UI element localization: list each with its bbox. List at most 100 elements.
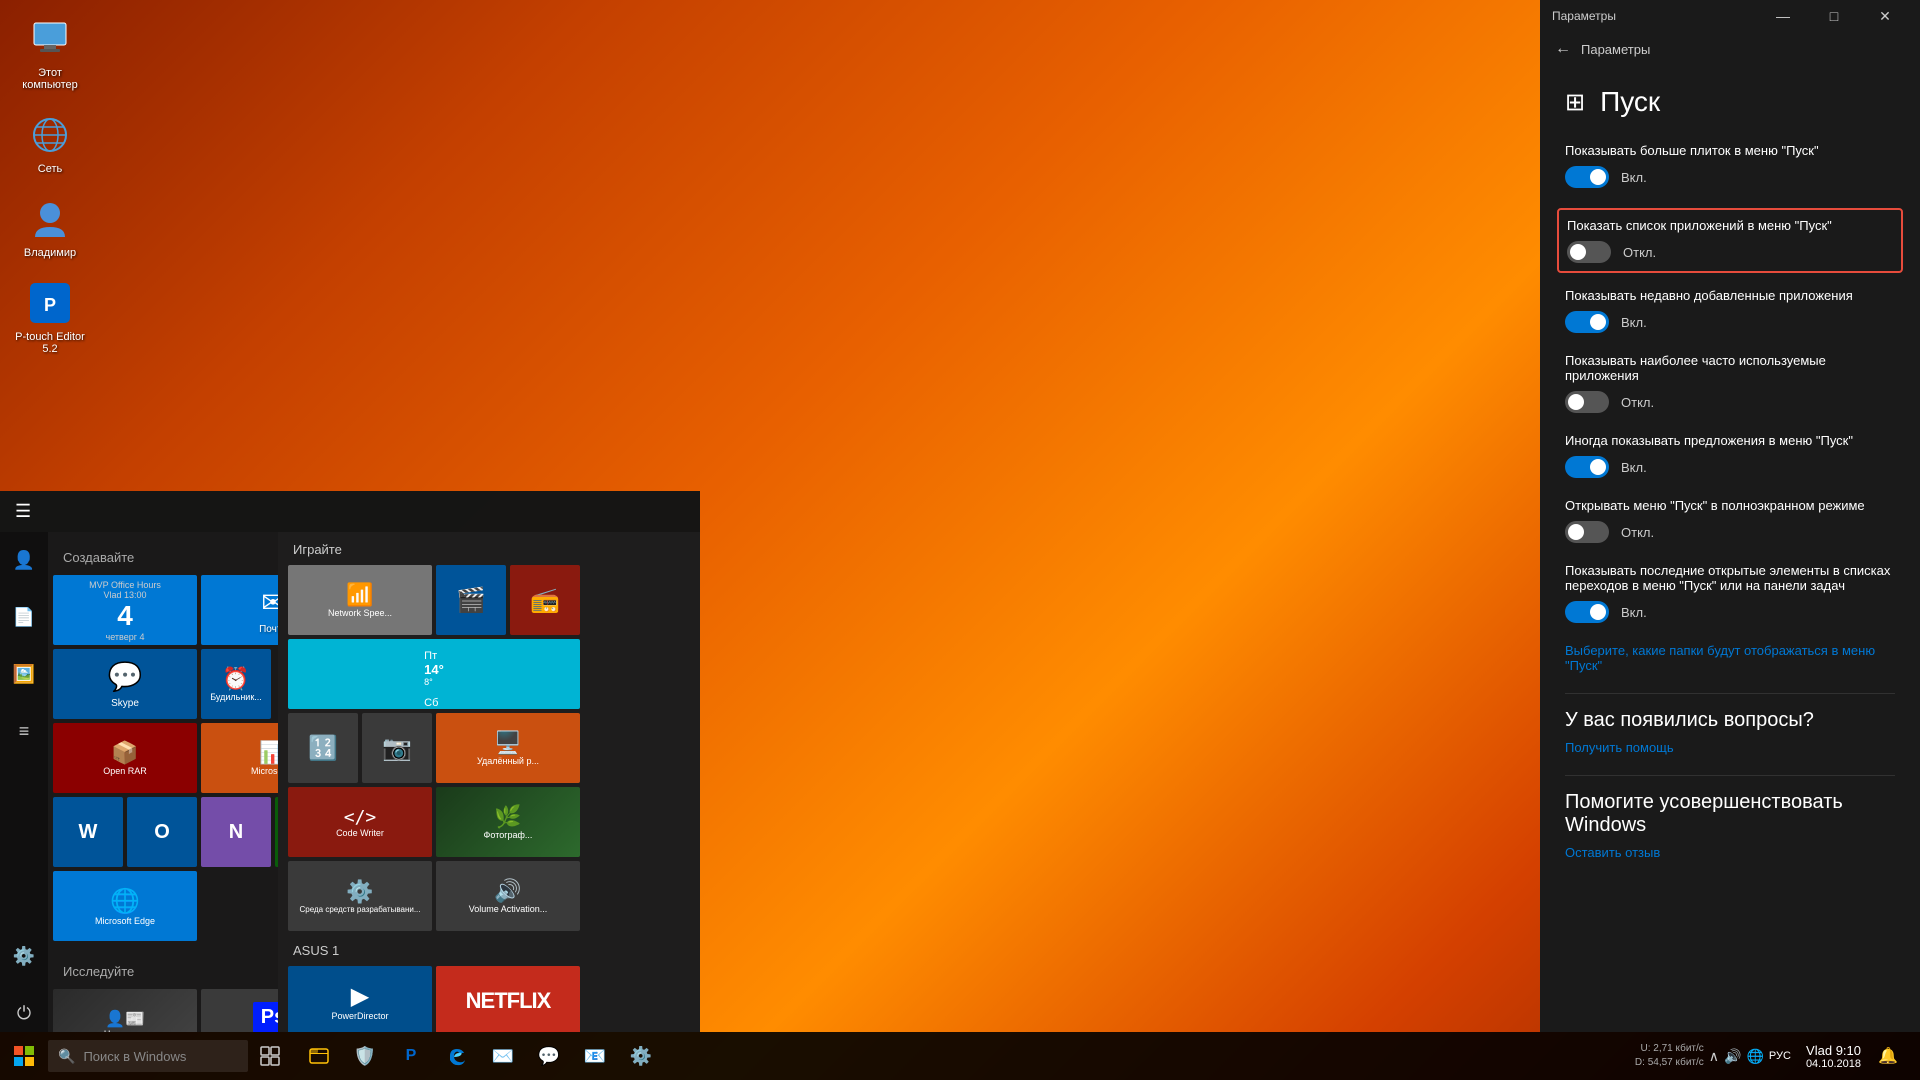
setting-show-more-tiles-label: Показывать больше плиток в меню "Пуск" [1565, 143, 1895, 158]
tile-photos[interactable]: 🌿 Фотограф... [436, 787, 580, 857]
taskbar-kaspersky[interactable]: 🛡️ [343, 1034, 387, 1078]
taskview-button[interactable] [248, 1034, 292, 1078]
tray-language[interactable]: РУС [1769, 1050, 1791, 1062]
maximize-button[interactable]: □ [1811, 0, 1857, 32]
tile-mail[interactable]: ✉ Почта [201, 575, 278, 645]
setting-show-suggestions-label: Иногда показывать предложения в меню "Пу… [1565, 433, 1895, 448]
setting-show-suggestions: Иногда показывать предложения в меню "Пу… [1565, 433, 1895, 478]
tile-alarm[interactable]: ⏰ Будильник... [201, 649, 271, 719]
tile-networkspeed[interactable]: 📶 Network Spee... [288, 565, 432, 635]
taskbar-search[interactable]: 🔍 Поиск в Windows [48, 1040, 248, 1072]
desktop-icon-user[interactable]: Владимир [10, 190, 90, 264]
upload-speed: U: 2,71 кбит/с [1635, 1042, 1704, 1056]
desktop-icon-network[interactable]: Сеть [10, 106, 90, 180]
search-placeholder: Поиск в Windows [83, 1049, 186, 1064]
tile-openrar[interactable]: 📦 Open RAR [53, 723, 197, 793]
start-button[interactable] [0, 1032, 48, 1080]
settings-folder-link[interactable]: Выберите, какие папки будут отображаться… [1565, 643, 1895, 673]
desktop-icons: Этот компьютер Сеть Владими [10, 10, 90, 360]
tiles-section: Играйте 📶 Network Spee... 🎬 [278, 532, 700, 1032]
setting-show-recent-items-value: Вкл. [1621, 605, 1647, 620]
tile-volume[interactable]: 🔊 Volume Activation... [436, 861, 580, 931]
tile-films[interactable]: 🎬 [436, 565, 506, 635]
tile-photoshop[interactable]: Ps Photoshop Ex... [201, 989, 278, 1032]
tile-onenote[interactable]: N [201, 797, 271, 867]
tile-remote[interactable]: 🖥️ Удалённый р... [436, 713, 580, 783]
taskbar-ptouch[interactable]: P [389, 1034, 433, 1078]
taskbar-edge[interactable] [435, 1034, 479, 1078]
settings-improve-link[interactable]: Оставить отзыв [1565, 845, 1895, 860]
settings-back-button[interactable]: ← [1555, 40, 1571, 58]
desktop-icon-computer[interactable]: Этот компьютер [10, 10, 90, 96]
toggle-show-recent-items[interactable] [1565, 601, 1609, 623]
settings-page-title: Пуск [1600, 86, 1660, 118]
sidebar-icon-list[interactable]: ≡ [0, 713, 48, 750]
tile-outlook[interactable]: O [127, 797, 197, 867]
tile-radio[interactable]: 📻 [510, 565, 580, 635]
tile-devtools[interactable]: ⚙️ Среда средств разрабатывани... [288, 861, 432, 931]
close-button[interactable]: ✕ [1862, 0, 1908, 32]
setting-show-frequent-apps-value: Откл. [1621, 395, 1654, 410]
tile-msoffice[interactable]: 📊 Microsoft... [201, 723, 278, 793]
hamburger-icon[interactable]: ☰ [15, 501, 31, 522]
setting-show-recent-apps: Показывать недавно добавленные приложени… [1565, 288, 1895, 333]
setting-show-suggestions-row: Вкл. [1565, 456, 1895, 478]
tile-camera[interactable]: 📷 [362, 713, 432, 783]
settings-help-link[interactable]: Получить помощь [1565, 740, 1895, 755]
tile-excel[interactable]: X [275, 797, 278, 867]
desktop-icon-ptouch[interactable]: P P-touch Editor 5.2 [10, 274, 90, 360]
tile-word[interactable]: W [53, 797, 123, 867]
toggle-fullscreen[interactable] [1565, 521, 1609, 543]
tile-codewriter[interactable]: </> Code Writer [288, 787, 432, 857]
tile-edge[interactable]: 🌐 Microsoft Edge [53, 871, 197, 941]
tray-chevron[interactable]: ∧ [1709, 1048, 1719, 1065]
toggle-show-recent-apps[interactable] [1565, 311, 1609, 333]
sidebar-icon-pictures[interactable]: 🖼️ [0, 656, 48, 693]
taskbar-settings[interactable]: ⚙️ [619, 1034, 663, 1078]
settings-nav: ← Параметры [1540, 32, 1920, 66]
settings-page-header: ⊞ Пуск [1565, 86, 1895, 118]
toggle-show-frequent-apps[interactable] [1565, 391, 1609, 413]
taskbar-skype[interactable]: 💬 [527, 1034, 571, 1078]
explore-section-label: Исследуйте [48, 956, 278, 984]
network-icon [26, 111, 74, 159]
tile-mvp[interactable]: MVP Office Hours Vlad 13:00 4 четверг 4 [53, 575, 197, 645]
settings-page-icon: ⊞ [1565, 88, 1585, 117]
sidebar-icon-documents[interactable]: 📄 [0, 599, 48, 636]
tile-weather[interactable]: Чт 13° 7° Пт 14° 8° Сб 17° [288, 639, 580, 709]
tile-skype[interactable]: 💬 Skype [53, 649, 197, 719]
taskbar-network2[interactable]: 📧 [573, 1034, 617, 1078]
tile-calculator[interactable]: 🔢 [288, 713, 358, 783]
setting-fullscreen: Открывать меню "Пуск" в полноэкранном ре… [1565, 498, 1895, 543]
tray-network[interactable]: 🌐 [1746, 1048, 1763, 1065]
sidebar-icon-user[interactable]: 👤 [0, 542, 48, 579]
taskbar-pinned-apps: 🛡️ P ✉️ 💬 📧 ⚙️ [297, 1034, 663, 1078]
settings-panel: Параметры — □ ✕ ← Параметры ⊞ Пуск Показ… [1540, 0, 1920, 1032]
tile-powerdirector[interactable]: ▶ PowerDirector [288, 966, 432, 1032]
toggle-show-suggestions[interactable] [1565, 456, 1609, 478]
setting-show-recent-items-label: Показывать последние открытые элементы в… [1565, 563, 1895, 593]
setting-show-frequent-apps-row: Откл. [1565, 391, 1895, 413]
toggle-show-more-tiles[interactable] [1565, 166, 1609, 188]
computer-label: Этот компьютер [15, 67, 85, 91]
setting-show-more-tiles: Показывать больше плиток в меню "Пуск" В… [1565, 143, 1895, 188]
taskbar-right: U: 2,71 кбит/с D: 54,57 кбит/с ∧ 🔊 🌐 РУС… [1635, 1034, 1920, 1078]
tray-volume[interactable]: 🔊 [1724, 1048, 1741, 1065]
setting-show-frequent-apps: Показывать наиболее часто используемые п… [1565, 353, 1895, 413]
setting-fullscreen-label: Открывать меню "Пуск" в полноэкранном ре… [1565, 498, 1895, 513]
titlebar-controls: — □ ✕ [1760, 0, 1908, 32]
minimize-button[interactable]: — [1760, 0, 1806, 32]
setting-show-recent-items: Показывать последние открытые элементы в… [1565, 563, 1895, 623]
tile-news[interactable]: 👤📰 Новости... [53, 989, 197, 1032]
sidebar-icon-power[interactable]: ⏻ [0, 995, 48, 1032]
toggle-show-apps-list[interactable] [1567, 241, 1611, 263]
notification-button[interactable]: 🔔 [1866, 1034, 1910, 1078]
settings-divider [1565, 693, 1895, 694]
toggle-knob [1590, 169, 1606, 185]
tile-netflix[interactable]: NETFLIX [436, 966, 580, 1032]
sidebar-icon-settings[interactable]: ⚙️ [0, 938, 48, 975]
network-speed-display: U: 2,71 кбит/с D: 54,57 кбит/с [1635, 1042, 1704, 1070]
taskbar-explorer[interactable] [297, 1034, 341, 1078]
taskbar-clock[interactable]: Vlad 9:10 04.10.2018 [1806, 1043, 1861, 1070]
taskbar-mail[interactable]: ✉️ [481, 1034, 525, 1078]
